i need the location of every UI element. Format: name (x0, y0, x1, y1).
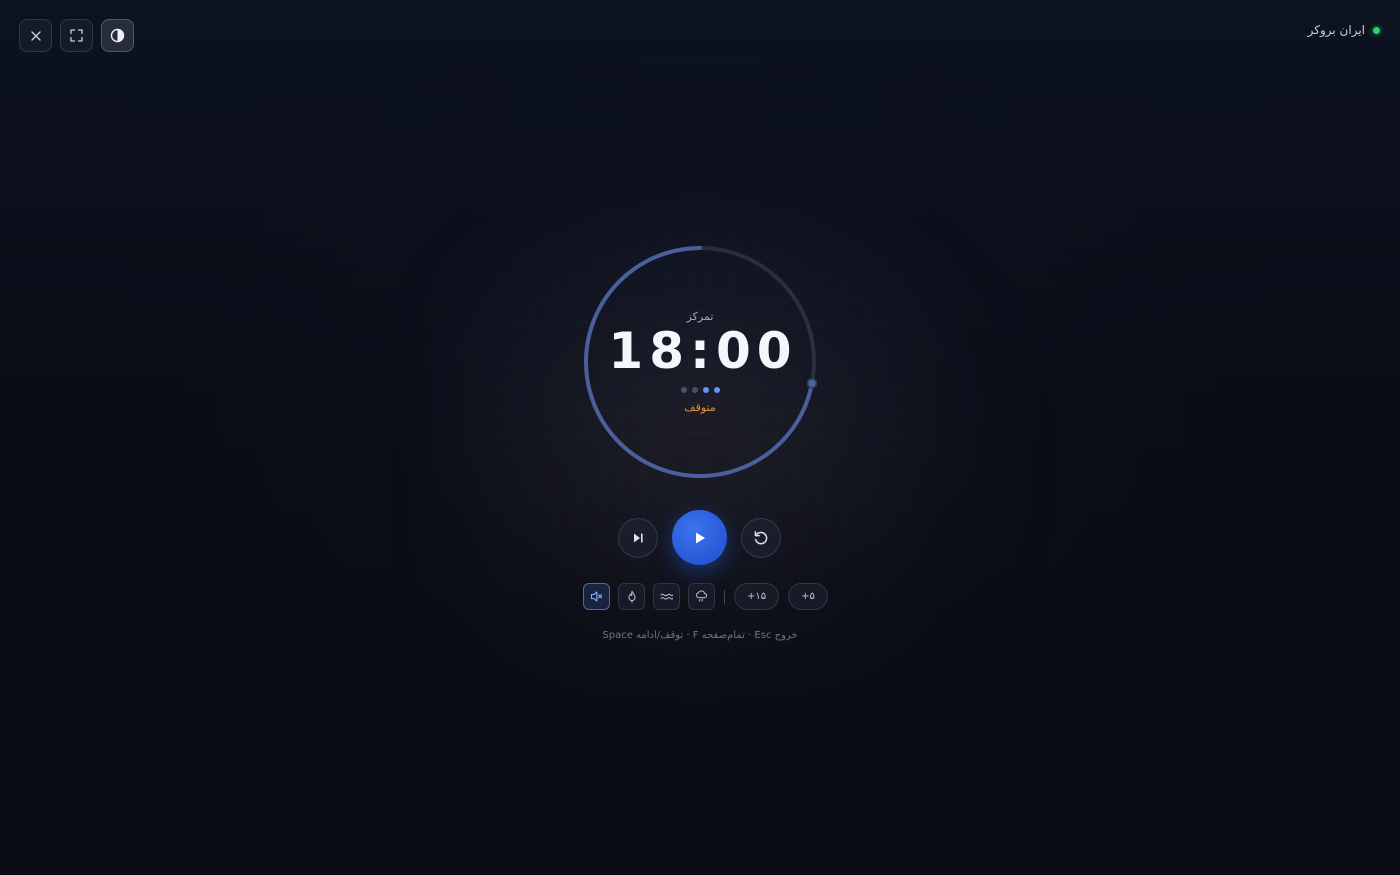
keyboard-shortcuts-hint: Space توقف/ادامه · F تمام‌صفحه · Esc خرو… (602, 630, 798, 641)
close-icon (30, 30, 41, 41)
skip-forward-icon (634, 533, 643, 543)
close-button[interactable] (19, 19, 52, 52)
session-dot (680, 387, 687, 393)
ambient-row: +۱۵ +۵ (583, 583, 837, 610)
sound-rain-button[interactable] (688, 583, 715, 610)
rain-icon (696, 590, 708, 602)
session-dot (702, 387, 709, 393)
session-dot (713, 387, 720, 393)
reset-icon (754, 531, 768, 545)
extend-15-button[interactable]: +۱۵ (734, 583, 780, 610)
row-divider (724, 589, 725, 604)
brand: ایران بروکر (1308, 23, 1380, 37)
play-icon (695, 532, 705, 543)
sound-waves-button[interactable] (653, 583, 680, 610)
sound-fire-button[interactable] (618, 583, 645, 610)
session-dots (582, 387, 818, 393)
sound-mute-button[interactable] (583, 583, 610, 610)
window-controls (19, 19, 134, 52)
brand-name: ایران بروکر (1307, 23, 1365, 37)
contrast-icon (110, 28, 125, 43)
theme-toggle-button[interactable] (101, 19, 134, 52)
fire-icon (628, 590, 635, 603)
focus-timer-screen: ایران بروکر تمرکز 18:00 متوقف +۱۵ +۵ Spa… (0, 0, 1400, 875)
reset-button[interactable] (741, 518, 781, 558)
fullscreen-button[interactable] (60, 19, 93, 52)
session-dot (691, 387, 698, 393)
playback-controls (618, 510, 782, 566)
extend-5-button[interactable]: +۵ (788, 583, 828, 610)
mute-icon (590, 591, 603, 602)
play-button[interactable] (672, 510, 727, 565)
skip-button[interactable] (618, 518, 658, 558)
online-status-dot (1373, 26, 1380, 34)
timer-status: متوقف (684, 401, 716, 414)
fullscreen-icon (70, 29, 83, 42)
waves-icon (660, 593, 673, 600)
timer-ring: تمرکز 18:00 متوقف (582, 244, 818, 480)
timer-time: 18:00 (608, 322, 798, 380)
